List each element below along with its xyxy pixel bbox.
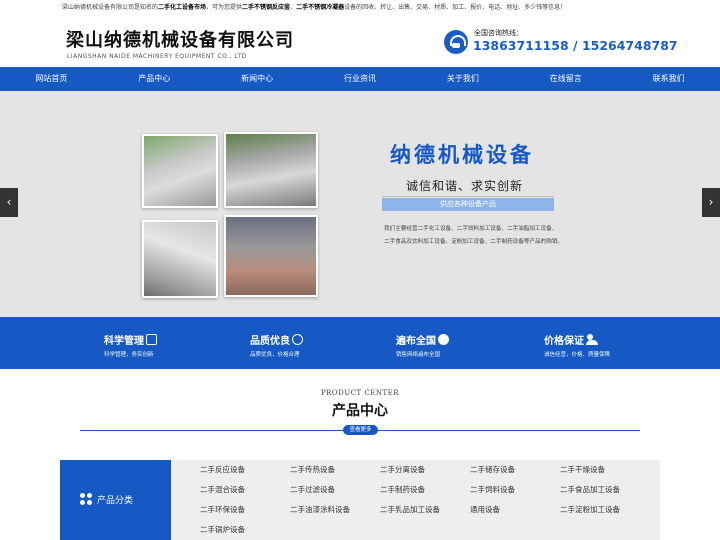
banner-description-line: 二手食品及饮料加工设备、淀粉加工设备、二手制药设备等产品的购销。 xyxy=(384,239,564,245)
view-more-button[interactable]: 查看更多 xyxy=(343,425,378,435)
announcement-text: 设备的回收、转让、出售、交易、材质、加工、报价、电话、地址、多少钱等信息！ xyxy=(344,4,567,11)
feature-subtitle: 品质优良，价格合理 xyxy=(250,352,300,358)
section-title: 产品中心 xyxy=(332,403,388,419)
feature-subtitle: 销售网络遍布全国 xyxy=(396,352,441,358)
category-link[interactable]: 二手反应设备 xyxy=(200,464,245,475)
hero-banner: ‹ › 纳德机械设备 诚信和谐、求实创新 供应各种设备产品 我们主要经营二手化工… xyxy=(0,91,720,317)
feature-subtitle: 诚信经营，价格、质量保障 xyxy=(544,352,611,358)
category-link[interactable]: 二手锅炉设备 xyxy=(200,524,245,535)
banner-title: 纳德机械设备 xyxy=(390,143,534,167)
globe-icon xyxy=(438,334,449,345)
site-header: 梁山纳德机械设备有限公司 LIANGSHAN NAIDE MACHINERY E… xyxy=(0,16,720,67)
nav-industry-info[interactable]: 行业资讯 xyxy=(309,67,412,91)
feature-price-guarantee: 价格保证 诚信经营，价格、质量保障 xyxy=(544,332,610,358)
nav-contact[interactable]: 联系我们 xyxy=(617,67,720,91)
equipment-photo xyxy=(142,220,218,298)
nav-home[interactable]: 网站首页 xyxy=(0,67,103,91)
top-announcement-bar: 梁山纳德机械设备有限公司是知名的二手化工设备市场，可为您提供二手不锈钢反应釜、二… xyxy=(0,0,720,16)
feature-title: 价格保证 xyxy=(544,336,584,347)
grid-dots-icon xyxy=(80,493,92,505)
banner-tagline-chip: 供应各种设备产品 xyxy=(382,198,554,211)
banner-next-button[interactable]: › xyxy=(702,188,720,217)
nav-message[interactable]: 在线留言 xyxy=(514,67,617,91)
feature-title: 科学管理 xyxy=(104,336,144,347)
nav-products[interactable]: 产品中心 xyxy=(103,67,206,91)
category-sidebar: 产品分类 xyxy=(60,460,171,540)
category-link[interactable]: 二手食品加工设备 xyxy=(560,484,620,495)
feature-title: 遍布全国 xyxy=(396,336,436,347)
banner-slogan: 诚信和谐、求实创新 xyxy=(406,179,524,193)
equipment-photo xyxy=(224,215,318,297)
company-english-name: LIANGSHAN NAIDE MACHINERY EQUIPMENT CO.,… xyxy=(67,53,247,60)
divider xyxy=(382,196,554,197)
people-icon xyxy=(586,334,600,345)
chart-icon xyxy=(146,334,157,345)
badge-icon xyxy=(292,334,303,345)
announcement-keyword-link[interactable]: 二手不锈钢冷凝器 xyxy=(296,4,344,11)
category-link[interactable]: 二手干燥设备 xyxy=(560,464,605,475)
category-link[interactable]: 二手传热设备 xyxy=(290,464,335,475)
category-link[interactable]: 通用设备 xyxy=(470,504,500,515)
banner-description: 我们主要经营二手化工设备、二手饲料加工设备、二手油脂加工设备、 二手食品及饮料加… xyxy=(384,223,574,249)
announcement-keyword-link[interactable]: 二手不锈钢反应釜 xyxy=(242,4,290,11)
feature-nationwide: 遍布全国 销售网络遍布全国 xyxy=(396,332,449,358)
hotline-numbers: 13863711158 / 15264748787 xyxy=(473,38,678,53)
nav-news[interactable]: 新闻中心 xyxy=(206,67,309,91)
category-label: 产品分类 xyxy=(97,496,134,506)
hotline-label: 全国咨询热线： xyxy=(474,29,523,37)
banner-description-line: 我们主要经营二手化工设备、二手饲料加工设备、二手油脂加工设备、 xyxy=(384,226,558,232)
features-strip: 科学管理 科学管理，务实创新 品质优良 品质优良，价格合理 遍布全国 销售网络遍… xyxy=(0,317,720,369)
feature-title: 品质优良 xyxy=(250,336,290,347)
company-logo-title[interactable]: 梁山纳德机械设备有限公司 xyxy=(66,26,294,52)
category-link[interactable]: 二手分离设备 xyxy=(380,464,425,475)
equipment-photo xyxy=(142,134,218,208)
category-link[interactable]: 二手制药设备 xyxy=(380,484,425,495)
category-link[interactable]: 二手混合设备 xyxy=(200,484,245,495)
announcement-text: 梁山纳德机械设备有限公司是知名的 xyxy=(62,4,159,11)
nav-about[interactable]: 关于我们 xyxy=(411,67,514,91)
category-link[interactable]: 二手过滤设备 xyxy=(290,484,335,495)
banner-prev-button[interactable]: ‹ xyxy=(0,188,18,217)
equipment-photo xyxy=(224,132,318,208)
headset-icon xyxy=(444,30,468,54)
announcement-keyword-link[interactable]: 二手化工设备市场 xyxy=(158,4,206,11)
feature-subtitle: 科学管理，务实创新 xyxy=(104,352,154,358)
category-grid: 二手反应设备 二手传热设备 二手分离设备 二手储存设备 二手干燥设备 二手混合设… xyxy=(171,460,660,540)
category-link[interactable]: 二手储存设备 xyxy=(470,464,515,475)
feature-quality: 品质优良 品质优良，价格合理 xyxy=(250,332,303,358)
category-link[interactable]: 二手油漆涂料设备 xyxy=(290,504,350,515)
announcement-text: ，可为您提供 xyxy=(206,4,243,11)
section-english-title: PRODUCT CENTER xyxy=(320,389,400,397)
category-link[interactable]: 二手乳品加工设备 xyxy=(380,504,440,515)
category-link[interactable]: 二手饲料设备 xyxy=(470,484,515,495)
category-link[interactable]: 二手淀粉加工设备 xyxy=(560,504,620,515)
category-link[interactable]: 二手环保设备 xyxy=(200,504,245,515)
feature-management: 科学管理 科学管理，务实创新 xyxy=(104,332,157,358)
main-navigation: 网站首页 产品中心 新闻中心 行业资讯 关于我们 在线留言 联系我们 xyxy=(0,67,720,91)
